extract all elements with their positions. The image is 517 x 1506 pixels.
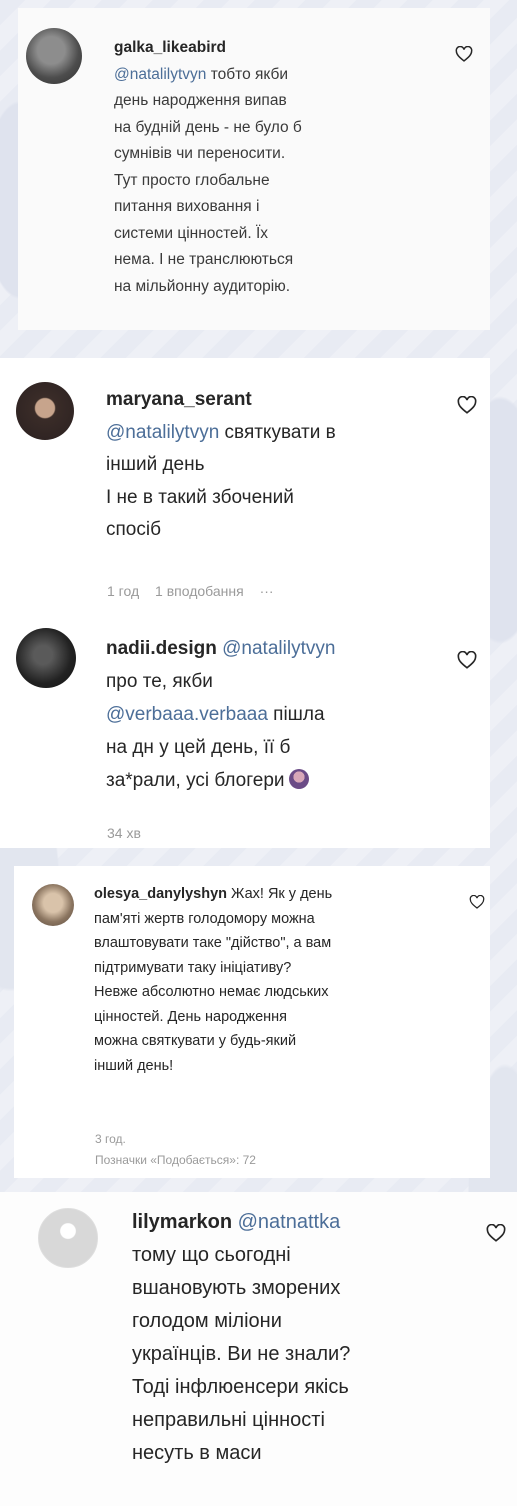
comment-text: galka_likeabird @natalilytvyn тобто якби …: [114, 35, 414, 300]
comment-username[interactable]: galka_likeabird: [114, 39, 226, 56]
comment-body: тому що сьогодні вшановують зморених гол…: [132, 1244, 351, 1464]
heart-outline-icon[interactable]: [455, 46, 473, 62]
comment-mention[interactable]: @verbaaa.verbaaa: [106, 704, 268, 725]
avatar[interactable]: [16, 628, 76, 688]
comment-meta: 34 хв: [107, 825, 153, 841]
comment-username[interactable]: nadii.design: [106, 638, 217, 659]
avatar[interactable]: [16, 382, 74, 440]
comment-text: olesya_danylyshyn Жах! Як у день пам'яті…: [94, 882, 444, 1078]
comment-username[interactable]: olesya_danylyshyn: [94, 886, 227, 902]
comment-likes[interactable]: 1 вподобання: [155, 583, 244, 599]
default-avatar-icon[interactable]: [38, 1208, 98, 1268]
comment-text: maryana_serant @natalilytvyn святкувати в…: [106, 384, 416, 547]
woman-face-emoji-icon: [288, 769, 309, 789]
heart-outline-icon[interactable]: [457, 651, 477, 669]
comment-card: lilymarkon @natnattka тому що сьогодні в…: [0, 1192, 517, 1506]
comment-text: nadii.design @natalilytvyn про те, якби …: [106, 632, 442, 797]
comment-mention[interactable]: @natalilytvyn: [114, 66, 206, 83]
avatar[interactable]: [32, 884, 74, 926]
comment-time: 34 хв: [107, 825, 141, 841]
comment-card: nadii.design @natalilytvyn про те, якби …: [0, 616, 490, 848]
comment-meta: 1 год 1 вподобання ···: [107, 583, 286, 599]
comment-likes[interactable]: Позначки «Подобається»: 72: [95, 1153, 256, 1167]
comment-mention[interactable]: @natalilytvyn: [222, 638, 335, 659]
heart-outline-icon[interactable]: [457, 396, 477, 414]
comment-time: 1 год: [107, 583, 140, 599]
comment-mention[interactable]: @natnattka: [238, 1211, 341, 1233]
comment-body: про те, якби: [106, 671, 213, 692]
avatar[interactable]: [26, 28, 82, 84]
comment-card: galka_likeabird @natalilytvyn тобто якби …: [18, 8, 490, 330]
comment-card: maryana_serant @natalilytvyn святкувати в…: [0, 358, 490, 616]
comment-card: olesya_danylyshyn Жах! Як у день пам'яті…: [14, 866, 490, 1178]
heart-outline-icon[interactable]: [486, 1224, 506, 1242]
comment-text: lilymarkon @natnattka тому що сьогодні в…: [132, 1206, 458, 1470]
comment-body: тобто якби день народження випав на будн…: [114, 65, 302, 295]
comment-body: Жах! Як у день пам'яті жертв голодомору …: [94, 886, 333, 1074]
comment-time: 3 год.: [95, 1132, 126, 1146]
heart-outline-icon[interactable]: [469, 895, 485, 909]
comment-username[interactable]: lilymarkon: [132, 1211, 232, 1233]
comment-username[interactable]: maryana_serant: [106, 389, 252, 410]
more-options-icon[interactable]: ···: [260, 583, 274, 599]
comment-mention[interactable]: @natalilytvyn: [106, 422, 219, 443]
